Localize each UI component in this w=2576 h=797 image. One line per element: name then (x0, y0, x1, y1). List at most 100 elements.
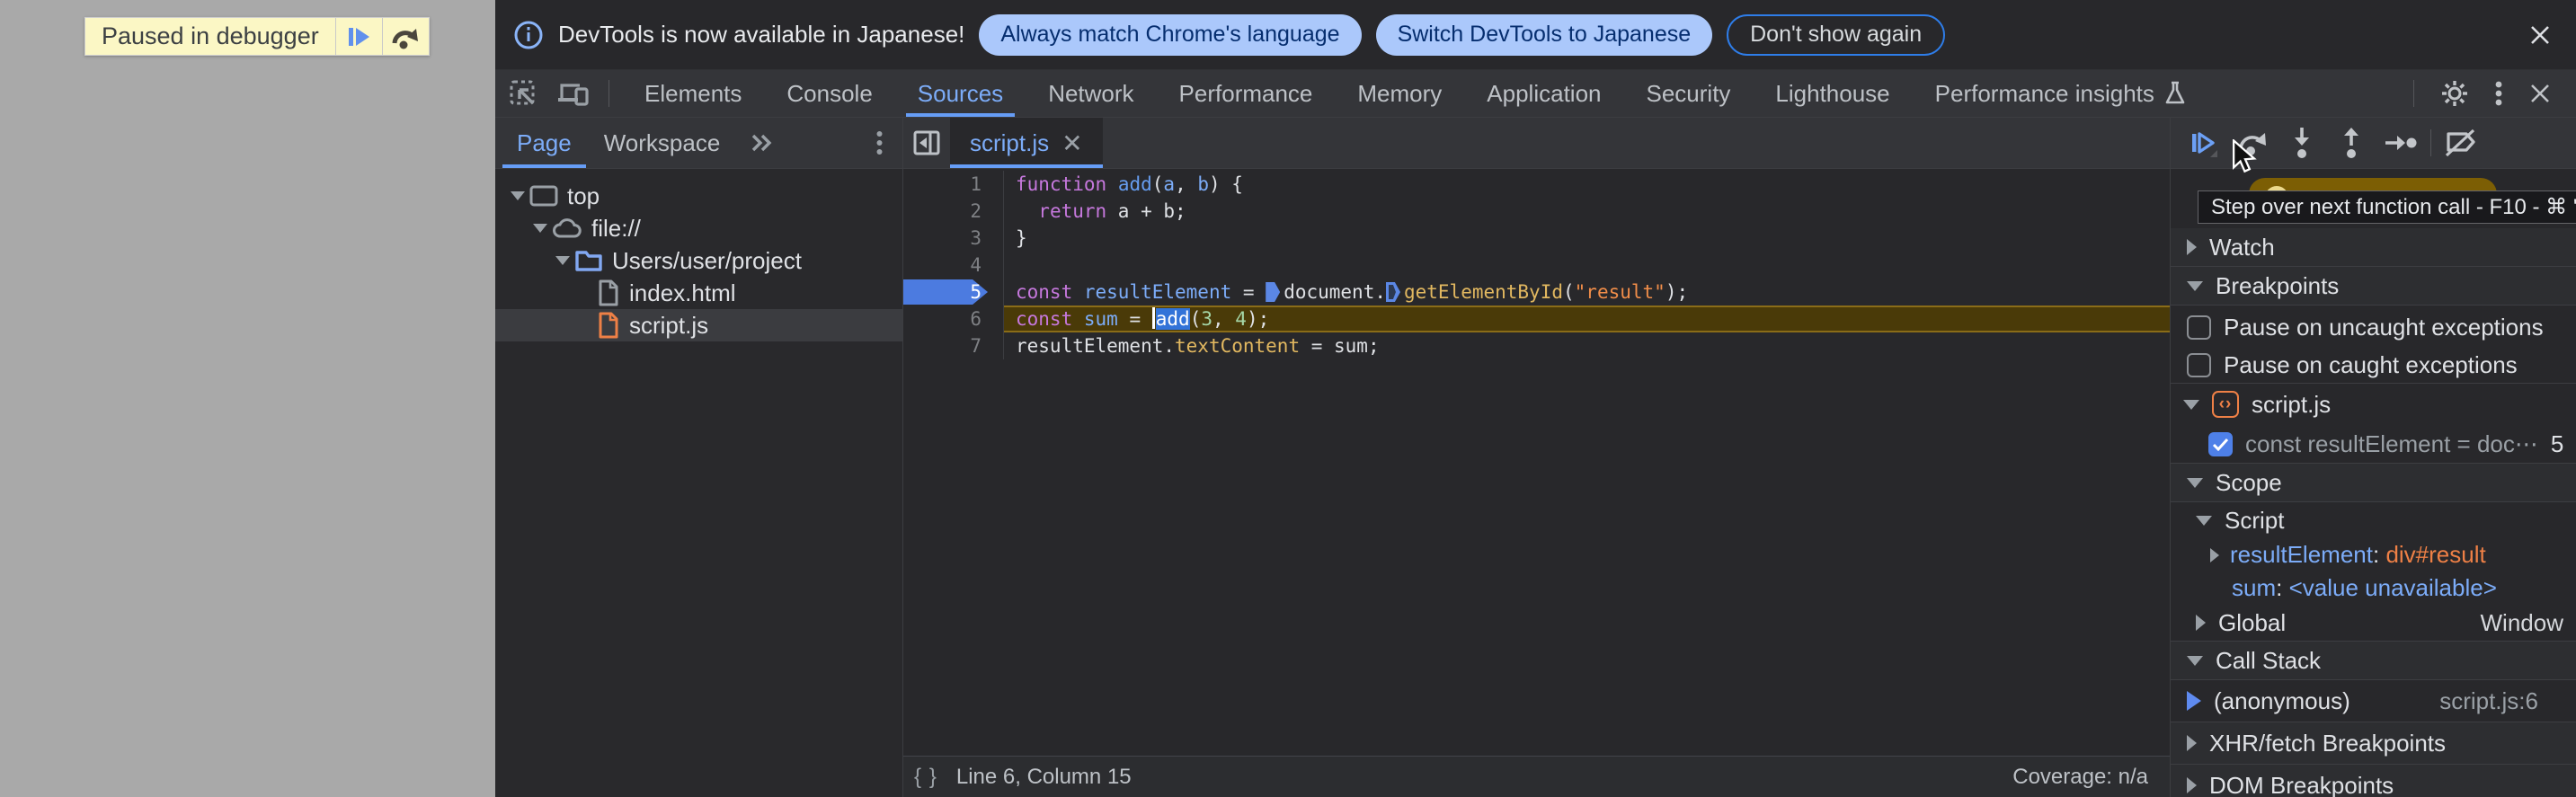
device-toolbar-icon (558, 84, 589, 106)
scope-var-sum[interactable]: sum: <value unavailable> (2171, 571, 2576, 605)
scope-section-header[interactable]: Scope (2171, 464, 2576, 501)
resume-script-button[interactable] (2183, 123, 2223, 163)
pretty-print-button[interactable]: { } (914, 765, 938, 790)
tab-memory[interactable]: Memory (1335, 70, 1464, 117)
editor-tabbar: script.js ✕ (903, 118, 2170, 169)
resume-script-button[interactable] (334, 18, 382, 55)
more-options-button[interactable] (2495, 78, 2502, 109)
scope-global-row[interactable]: Global Window (2171, 605, 2576, 641)
tree-item-users-user-project[interactable]: Users/user/project (495, 244, 902, 277)
tab-security[interactable]: Security (1624, 70, 1754, 117)
code-line-2[interactable]: 2 return a + b; (903, 198, 2170, 225)
switch-devtools-japanese-button[interactable]: Switch DevTools to Japanese (1375, 13, 1713, 56)
breakpoint-gutter[interactable]: 5 (903, 279, 1004, 306)
tab-console[interactable]: Console (764, 70, 894, 117)
code-line-4[interactable]: 4 (903, 252, 2170, 279)
code-line-text: const resultElement = document. getElemen… (1004, 279, 2170, 306)
line-number-gutter[interactable]: 4 (903, 252, 1004, 279)
tab-application[interactable]: Application (1464, 70, 1623, 117)
close-icon (2531, 84, 2549, 102)
scope-var-resultelement[interactable]: resultElement: div#result (2171, 538, 2576, 571)
tab-label: Elements (644, 79, 742, 107)
devtools-close-button[interactable] (2527, 81, 2553, 106)
breakpoint-entry-row[interactable]: const resultElement = doc⋯ 5 (2171, 425, 2576, 463)
tab-sources[interactable]: Sources (895, 70, 1026, 117)
close-icon (2531, 25, 2549, 44)
tree-item-top[interactable]: top (495, 180, 902, 212)
deactivate-breakpoints-button[interactable] (2441, 123, 2481, 163)
tree-item-file-[interactable]: file:// (495, 212, 902, 244)
scope-script-row[interactable]: Script (2171, 502, 2576, 538)
call-stack-frame-row[interactable]: (anonymous) script.js:6 (2171, 680, 2576, 722)
tree-item-script-js[interactable]: script.js (495, 309, 902, 341)
scope-label: Scope (2216, 468, 2282, 496)
code-editor[interactable]: 1 function add(a, b) {2 return a + b; 3} 4 5… (903, 169, 2170, 756)
tree-item-index-html[interactable]: index.html (495, 277, 902, 309)
code-token: a (1163, 173, 1176, 195)
xhr-breakpoints-section-header[interactable]: XHR/fetch Breakpoints (2171, 722, 2576, 764)
step-button[interactable] (2381, 123, 2421, 163)
line-number-gutter[interactable]: 1 (903, 171, 1004, 198)
code-line-7[interactable]: 7 resultElement.textContent = sum; (903, 332, 2170, 359)
tab-lighthouse[interactable]: Lighthouse (1753, 70, 1912, 117)
code-token: , (1175, 173, 1198, 195)
navigator-tab-workspace[interactable]: Workspace (588, 118, 737, 168)
code-token: ( (1189, 308, 1202, 330)
chevron-down-icon (2196, 515, 2212, 526)
line-number-gutter[interactable]: 7 (903, 332, 1004, 359)
breakpoint-group-row[interactable]: ‹› script.js (2171, 384, 2576, 425)
editor-tab-scriptjs[interactable]: script.js ✕ (950, 118, 1103, 168)
breakpoints-section-header[interactable]: Breakpoints (2171, 267, 2576, 305)
line-number-gutter[interactable]: 6 (903, 306, 1004, 332)
navigator-more-options-button[interactable] (857, 118, 902, 168)
step-over-button[interactable] (2233, 123, 2272, 163)
watch-label: Watch (2209, 233, 2275, 261)
check-icon (2212, 438, 2229, 451)
step-over-button-banner[interactable] (381, 18, 429, 55)
breakpoint-file-label: script.js (2252, 390, 2332, 418)
tree-item-label: top (567, 182, 600, 209)
dont-show-again-button[interactable]: Don't show again (1727, 13, 1946, 56)
var-name: sum (2232, 574, 2277, 601)
breakpoint-checkbox[interactable] (2208, 431, 2233, 456)
pause-caught-checkbox[interactable] (2187, 352, 2211, 377)
inline-breakpoint-candidate-marker[interactable] (1385, 282, 1400, 302)
settings-button[interactable] (2439, 78, 2470, 109)
inline-breakpoint-marker[interactable] (1266, 282, 1281, 302)
tab-close-icon[interactable]: ✕ (1061, 128, 1082, 158)
step-out-button[interactable] (2332, 123, 2371, 163)
navigator-pane: Page Workspace top file:// Users/user/proj… (495, 118, 903, 797)
call-stack-label: Call Stack (2216, 646, 2322, 674)
code-line-3[interactable]: 3} (903, 225, 2170, 252)
code-line-5[interactable]: 5 const resultElement = document. getEleme… (903, 279, 2170, 306)
code-line-1[interactable]: 1 function add(a, b) { (903, 171, 2170, 198)
tab-network[interactable]: Network (1026, 70, 1156, 117)
language-infobar: DevTools is now available in Japanese! A… (495, 0, 2576, 70)
line-number: 3 (970, 227, 982, 249)
code-token: = (1231, 281, 1266, 303)
dom-breakpoints-section-header[interactable]: DOM Breakpoints (2171, 765, 2576, 797)
call-stack-section-header[interactable]: Call Stack (2171, 642, 2576, 679)
code-line-6[interactable]: 6 const sum = add(3, 4); (903, 306, 2170, 332)
toggle-navigator-button[interactable] (903, 118, 950, 168)
step-into-button[interactable] (2282, 123, 2322, 163)
infobar-close-button[interactable] (2527, 22, 2553, 48)
watch-section-header[interactable]: Watch (2171, 228, 2576, 266)
code-line-text: const sum = add(3, 4); (1004, 306, 2170, 332)
frame-icon (529, 185, 558, 207)
step-over-tooltip: Step over next function call - F10 - ⌘ ' (2198, 190, 2576, 224)
inspect-element-button[interactable] (508, 78, 538, 109)
line-number-gutter[interactable]: 3 (903, 225, 1004, 252)
code-line-text: } (1004, 225, 2170, 252)
always-match-language-button[interactable]: Always match Chrome's language (979, 13, 1362, 56)
tab-performance[interactable]: Performance (1157, 70, 1336, 117)
navigator-tab-page[interactable]: Page (501, 118, 588, 168)
tab-performance-insights[interactable]: Performance insights (1913, 70, 2209, 117)
tab-elements[interactable]: Elements (622, 70, 764, 117)
pause-uncaught-checkbox[interactable] (2187, 314, 2211, 340)
line-number-gutter[interactable]: 2 (903, 198, 1004, 225)
code-line-text (1004, 252, 2170, 279)
device-toolbar-button[interactable] (556, 78, 591, 109)
more-tabs-button[interactable] (736, 118, 788, 168)
